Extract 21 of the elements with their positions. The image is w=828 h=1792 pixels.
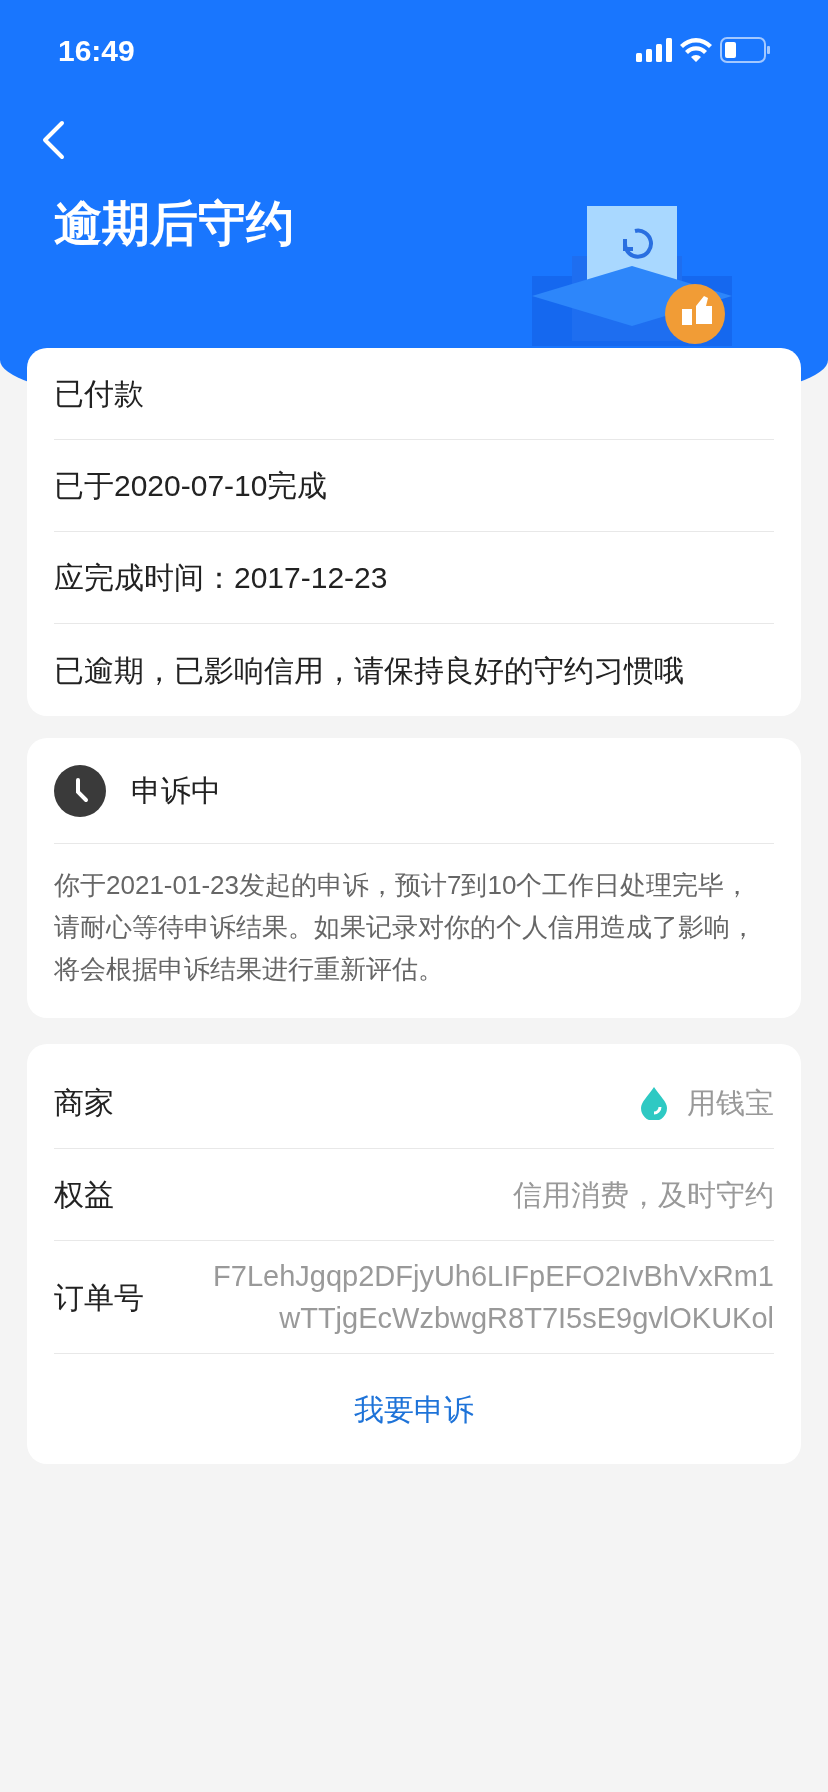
status-row-text: 应完成时间：2017-12-23 [54,560,388,596]
back-icon[interactable] [40,120,66,160]
page-title: 逾期后守约 [54,196,294,252]
detail-value: 信用消费，及时守约 [513,1177,774,1213]
status-row-text: 已于2020-07-10完成 [54,468,328,504]
appeal-link[interactable]: 我要申诉 [354,1386,474,1432]
merchant-name: 用钱宝 [687,1085,774,1121]
detail-value: F7LehJgqp2DFjyUh6LIFpEFO2IvBhVxRm1wTTjgEcWzbwgR8T7I5sE9gvlOKUKol [212,1259,774,1336]
signal-icon [636,38,672,62]
detail-label: 权益 [54,1177,114,1213]
detail-label: 订单号 [54,1279,144,1316]
battery-icon [720,37,770,63]
drop-icon [639,1085,669,1120]
appeal-status: 申诉中 [131,773,221,809]
status-row-text: 已逾期，已影响信用，请保持良好的守约习惯哦 [54,652,684,689]
status-row-text: 已付款 [54,376,144,412]
clock-icon [54,764,106,817]
wifi-icon [680,38,712,62]
detail-label: 商家 [54,1085,114,1121]
appeal-message: 你于2021-01-23发起的申诉，预计7到10个工作日处理完毕，请耐心等待申诉结果。如果记录对你的个人信用造成了影响，将会根据申诉结果进行重新评估。 [54,869,757,986]
status-time: 16:49 [58,32,135,69]
